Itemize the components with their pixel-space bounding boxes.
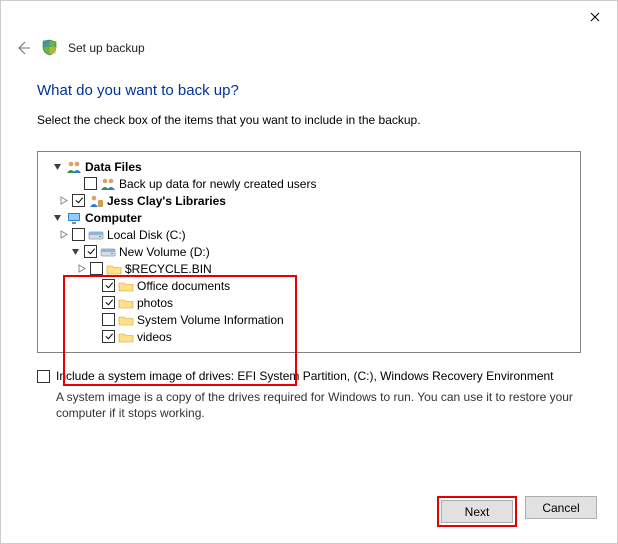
titlebar xyxy=(1,1,617,33)
footer-buttons: Next Cancel xyxy=(437,496,597,527)
tree-label: Computer xyxy=(85,211,142,225)
tree-node-photos[interactable]: photos xyxy=(42,294,576,311)
content-area: What do you want to back up? Select the … xyxy=(1,66,617,421)
expander-icon[interactable] xyxy=(51,161,63,173)
checkbox[interactable] xyxy=(102,313,115,326)
tree-label: Back up data for newly created users xyxy=(119,177,316,191)
tree-node-office-documents[interactable]: Office documents xyxy=(42,277,576,294)
tree-label: $RECYCLE.BIN xyxy=(125,262,212,276)
window-title: Set up backup xyxy=(68,41,145,55)
folder-icon xyxy=(118,330,134,344)
cancel-button[interactable]: Cancel xyxy=(525,496,597,519)
folder-icon xyxy=(118,296,134,310)
drive-icon xyxy=(88,228,104,242)
tree-node-backup-new-users[interactable]: Back up data for newly created users xyxy=(42,175,576,192)
folder-icon xyxy=(118,279,134,293)
computer-icon xyxy=(66,211,82,225)
close-icon xyxy=(590,12,600,22)
tree-label: Local Disk (C:) xyxy=(107,228,186,242)
tree-label: photos xyxy=(137,296,173,310)
tree-label: Jess Clay's Libraries xyxy=(107,194,226,208)
checkbox[interactable] xyxy=(84,245,97,258)
tree-label: videos xyxy=(137,330,172,344)
backup-tree: Data Files Back up data for ne xyxy=(37,151,581,353)
checkbox[interactable] xyxy=(72,194,85,207)
folder-icon xyxy=(118,313,134,327)
header: Set up backup xyxy=(1,33,617,66)
checkbox[interactable] xyxy=(90,262,103,275)
tree-node-local-disk[interactable]: Local Disk (C:) xyxy=(42,226,576,243)
checkbox[interactable] xyxy=(102,296,115,309)
checkbox[interactable] xyxy=(37,370,50,383)
tree-node-new-volume[interactable]: New Volume (D:) xyxy=(42,243,576,260)
shield-icon xyxy=(41,39,58,56)
tree-node-svi[interactable]: System Volume Information xyxy=(42,311,576,328)
drive-icon xyxy=(100,245,116,259)
checkbox[interactable] xyxy=(102,279,115,292)
cancel-button-wrap: Cancel xyxy=(525,496,597,527)
instruction-text: Select the check box of the items that y… xyxy=(37,113,581,127)
tree-label: New Volume (D:) xyxy=(119,245,210,259)
checkbox[interactable] xyxy=(72,228,85,241)
close-button[interactable] xyxy=(572,2,617,32)
back-arrow-icon xyxy=(15,40,31,56)
tree-node-videos[interactable]: videos xyxy=(42,328,576,345)
expander-icon[interactable] xyxy=(51,212,63,224)
tree-label: Office documents xyxy=(137,279,230,293)
people-icon xyxy=(100,177,116,191)
back-button[interactable] xyxy=(15,40,31,56)
expander-icon[interactable] xyxy=(69,246,81,258)
tree-label: Data Files xyxy=(85,160,142,174)
people-icon xyxy=(66,160,82,174)
expander-icon[interactable] xyxy=(75,263,87,275)
checkbox[interactable] xyxy=(84,177,97,190)
next-button-highlight: Next xyxy=(437,496,517,527)
expander-icon[interactable] xyxy=(57,195,69,207)
person-icon xyxy=(88,194,104,208)
tree-node-recycle-bin[interactable]: $RECYCLE.BIN xyxy=(42,260,576,277)
folder-icon xyxy=(106,262,122,276)
system-image-note: A system image is a copy of the drives r… xyxy=(56,389,576,421)
tree-node-data-files[interactable]: Data Files xyxy=(42,158,576,175)
checkbox[interactable] xyxy=(102,330,115,343)
tree-label: System Volume Information xyxy=(137,313,284,327)
tree-node-user-libraries[interactable]: Jess Clay's Libraries xyxy=(42,192,576,209)
system-image-label: Include a system image of drives: EFI Sy… xyxy=(56,369,554,383)
page-heading: What do you want to back up? xyxy=(37,82,581,99)
next-button[interactable]: Next xyxy=(441,500,513,523)
system-image-option[interactable]: Include a system image of drives: EFI Sy… xyxy=(37,369,581,383)
expander-icon[interactable] xyxy=(57,229,69,241)
tree-node-computer[interactable]: Computer xyxy=(42,209,576,226)
